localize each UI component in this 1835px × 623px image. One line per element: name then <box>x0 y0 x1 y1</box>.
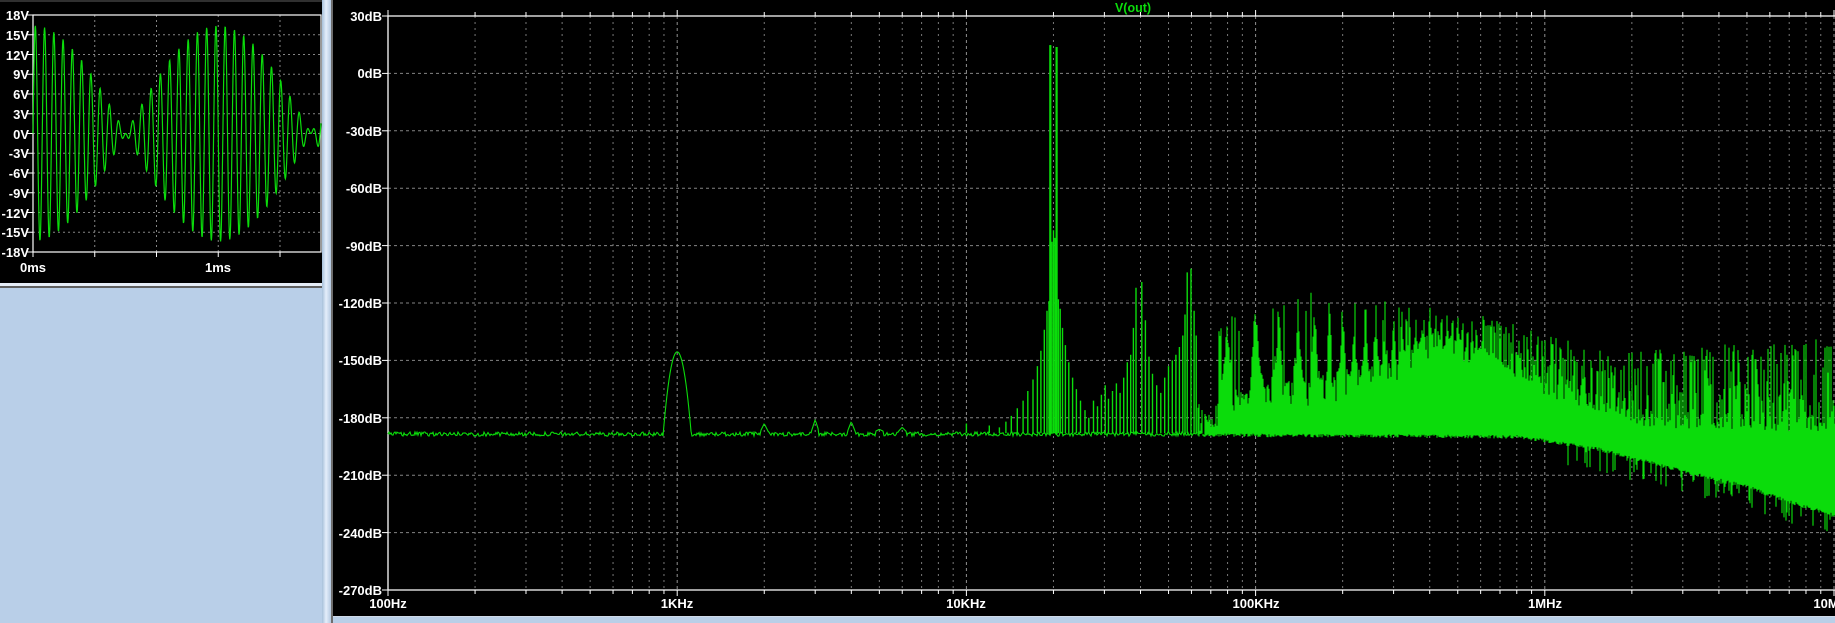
y-axis-label: -240dB <box>338 526 382 541</box>
y-axis-label: 15V <box>5 28 29 43</box>
y-axis-label: 9V <box>13 67 29 82</box>
x-axis-label: 100Hz <box>369 596 407 611</box>
x-axis-label: 1KHz <box>660 596 694 611</box>
y-axis-label: -210dB <box>338 468 382 483</box>
y-axis-label: -90dB <box>345 239 382 254</box>
time-trace <box>32 25 322 242</box>
y-axis-label: -30dB <box>345 124 382 139</box>
waveform-viewer-window: V(out) 18V 15V 12V 9V 6V 3V 0V -3V -6V -9V -12V -15… <box>0 0 1835 623</box>
y-axis-label: 30dB <box>350 9 382 24</box>
x-axis-label: 10KHz <box>946 596 986 611</box>
y-axis-label: -120dB <box>338 296 382 311</box>
x-axis-label: 100KHz <box>1232 596 1280 611</box>
y-axis-label: 12V <box>5 48 29 63</box>
y-axis-label: 3V <box>13 107 29 122</box>
x-axis-label: 0ms <box>19 260 47 275</box>
y-axis-label: -60dB <box>345 181 382 196</box>
y-axis-label: 0V <box>13 127 29 142</box>
y-axis-label: 0dB <box>357 66 382 81</box>
spectrum-floor-trace <box>387 351 1198 439</box>
y-axis-label: -9V <box>8 186 29 201</box>
y-axis-label: -18V <box>1 245 29 260</box>
y-axis-label: 6V <box>13 87 29 102</box>
charts-canvas <box>27 10 1835 596</box>
y-axis-label: -150dB <box>338 353 382 368</box>
y-axis-label: 18V <box>5 8 29 23</box>
y-axis-label: -15V <box>1 225 29 240</box>
y-axis-label: -3V <box>8 146 29 161</box>
y-axis-label: -12V <box>1 206 29 221</box>
x-axis-label: 1ms <box>204 260 232 275</box>
y-axis-label: -6V <box>8 166 29 181</box>
x-axis-label: 1MHz <box>1528 596 1562 611</box>
x-axis-label: 10MHz <box>1813 596 1835 611</box>
spectrum-spikes <box>965 45 1197 434</box>
y-axis-label: -180dB <box>338 411 382 426</box>
